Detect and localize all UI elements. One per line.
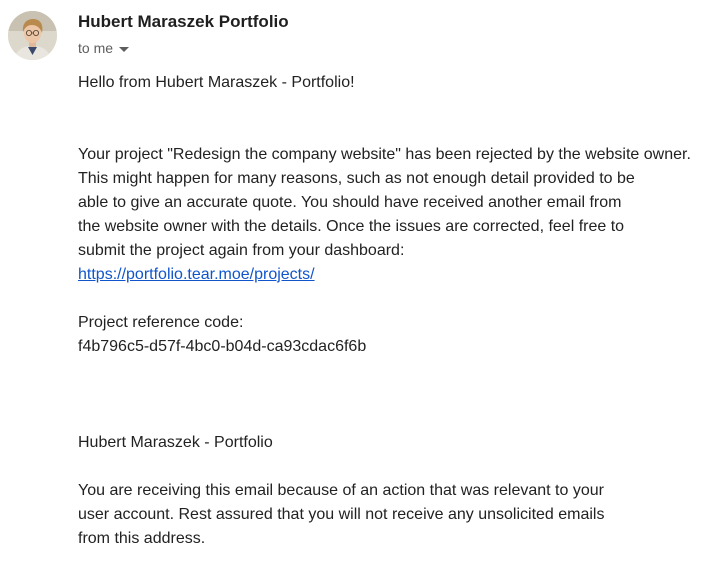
sender-name: Hubert Maraszek Portfolio	[78, 12, 289, 31]
reference-code: f4b796c5-d57f-4bc0-b04d-ca93cdac6f6b	[78, 338, 367, 355]
footer-line: user account. Rest assured that you will…	[78, 506, 605, 523]
footer-line: from this address.	[78, 530, 206, 547]
signature: Hubert Maraszek - Portfolio	[78, 434, 273, 451]
dashboard-link[interactable]: https://portfolio.tear.moe/projects/	[78, 266, 315, 283]
body-line: the website owner with the details. Once…	[78, 218, 625, 235]
reference-label: Project reference code:	[78, 314, 244, 331]
greeting: Hello from Hubert Maraszek - Portfolio!	[78, 74, 355, 91]
body-line: submit the project again from your dashb…	[78, 242, 405, 259]
recipient-details-toggle[interactable]: to me	[78, 38, 130, 58]
recipient-label: to me	[78, 40, 114, 56]
chevron-down-icon[interactable]	[119, 46, 130, 52]
sender-avatar[interactable]	[8, 11, 57, 60]
body-line: able to give an accurate quote. You shou…	[78, 194, 622, 211]
body-line: Your project "Redesign the company websi…	[78, 146, 691, 163]
footer-line: You are receiving this email because of …	[78, 482, 604, 499]
email-body: Hello from Hubert Maraszek - Portfolio! …	[78, 71, 708, 551]
body-line: This might happen for many reasons, such…	[78, 170, 635, 187]
